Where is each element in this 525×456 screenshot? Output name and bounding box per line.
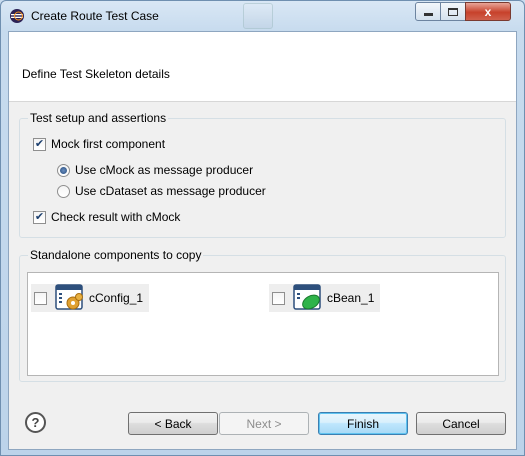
mock-first-component-checkbox[interactable]: ✔ Mock first component (33, 137, 165, 151)
config-component-icon (55, 284, 83, 310)
background-window-icon (243, 3, 273, 29)
standalone-components-group: Standalone components to copy cConfig_1 … (19, 248, 506, 382)
use-cdataset-label: Use cDataset as message producer (75, 184, 266, 198)
cconfig-label: cConfig_1 (89, 291, 144, 305)
list-item-cbean[interactable]: cBean_1 (269, 284, 381, 312)
close-button[interactable]: x (465, 2, 511, 21)
minimize-button[interactable] (415, 2, 441, 21)
check-result-checkbox[interactable]: ✔ Check result with cMock (33, 210, 180, 224)
next-button[interactable]: Next > (219, 412, 309, 435)
radio-unselected-icon (57, 184, 70, 198)
test-setup-group: Test setup and assertions ✔ Mock first c… (19, 111, 506, 238)
checkbox-checked-icon: ✔ (33, 210, 46, 224)
dialog-window: Create Route Test Case x Define Test Ske… (0, 0, 525, 456)
list-item-cconfig[interactable]: cConfig_1 (31, 284, 150, 312)
standalone-components-title: Standalone components to copy (28, 248, 204, 262)
checkbox-unchecked-icon[interactable] (34, 291, 47, 305)
help-button[interactable]: ? (25, 412, 46, 433)
check-result-label: Check result with cMock (51, 210, 181, 224)
cbean-label: cBean_1 (327, 291, 375, 305)
checkbox-checked-icon: ✔ (33, 137, 46, 151)
minimize-icon (423, 13, 433, 16)
maximize-icon (448, 7, 458, 16)
close-icon: x (484, 4, 492, 19)
bean-component-icon (293, 284, 321, 310)
cancel-button[interactable]: Cancel (416, 412, 506, 435)
finish-button[interactable]: Finish (318, 412, 408, 435)
use-cdataset-radio[interactable]: Use cDataset as message producer (57, 184, 266, 198)
maximize-button[interactable] (440, 2, 466, 21)
dialog-content: Define Test Skeleton details Test setup … (8, 31, 517, 450)
dialog-header: Define Test Skeleton details (9, 32, 516, 102)
title-bar[interactable]: Create Route Test Case x (1, 1, 524, 31)
mock-first-component-label: Mock first component (51, 137, 166, 151)
header-description: Define Test Skeleton details (22, 67, 170, 81)
help-icon: ? (31, 415, 40, 430)
test-setup-title: Test setup and assertions (28, 111, 169, 125)
use-cmock-label: Use cMock as message producer (75, 163, 254, 177)
back-button[interactable]: < Back (128, 412, 218, 435)
checkbox-unchecked-icon[interactable] (272, 291, 285, 305)
standalone-components-list[interactable]: cConfig_1 cBean_1 (27, 272, 499, 376)
window-title: Create Route Test Case (31, 9, 159, 23)
eclipse-app-icon (10, 9, 24, 23)
use-cmock-radio[interactable]: Use cMock as message producer (57, 163, 253, 177)
radio-selected-icon (57, 163, 70, 177)
